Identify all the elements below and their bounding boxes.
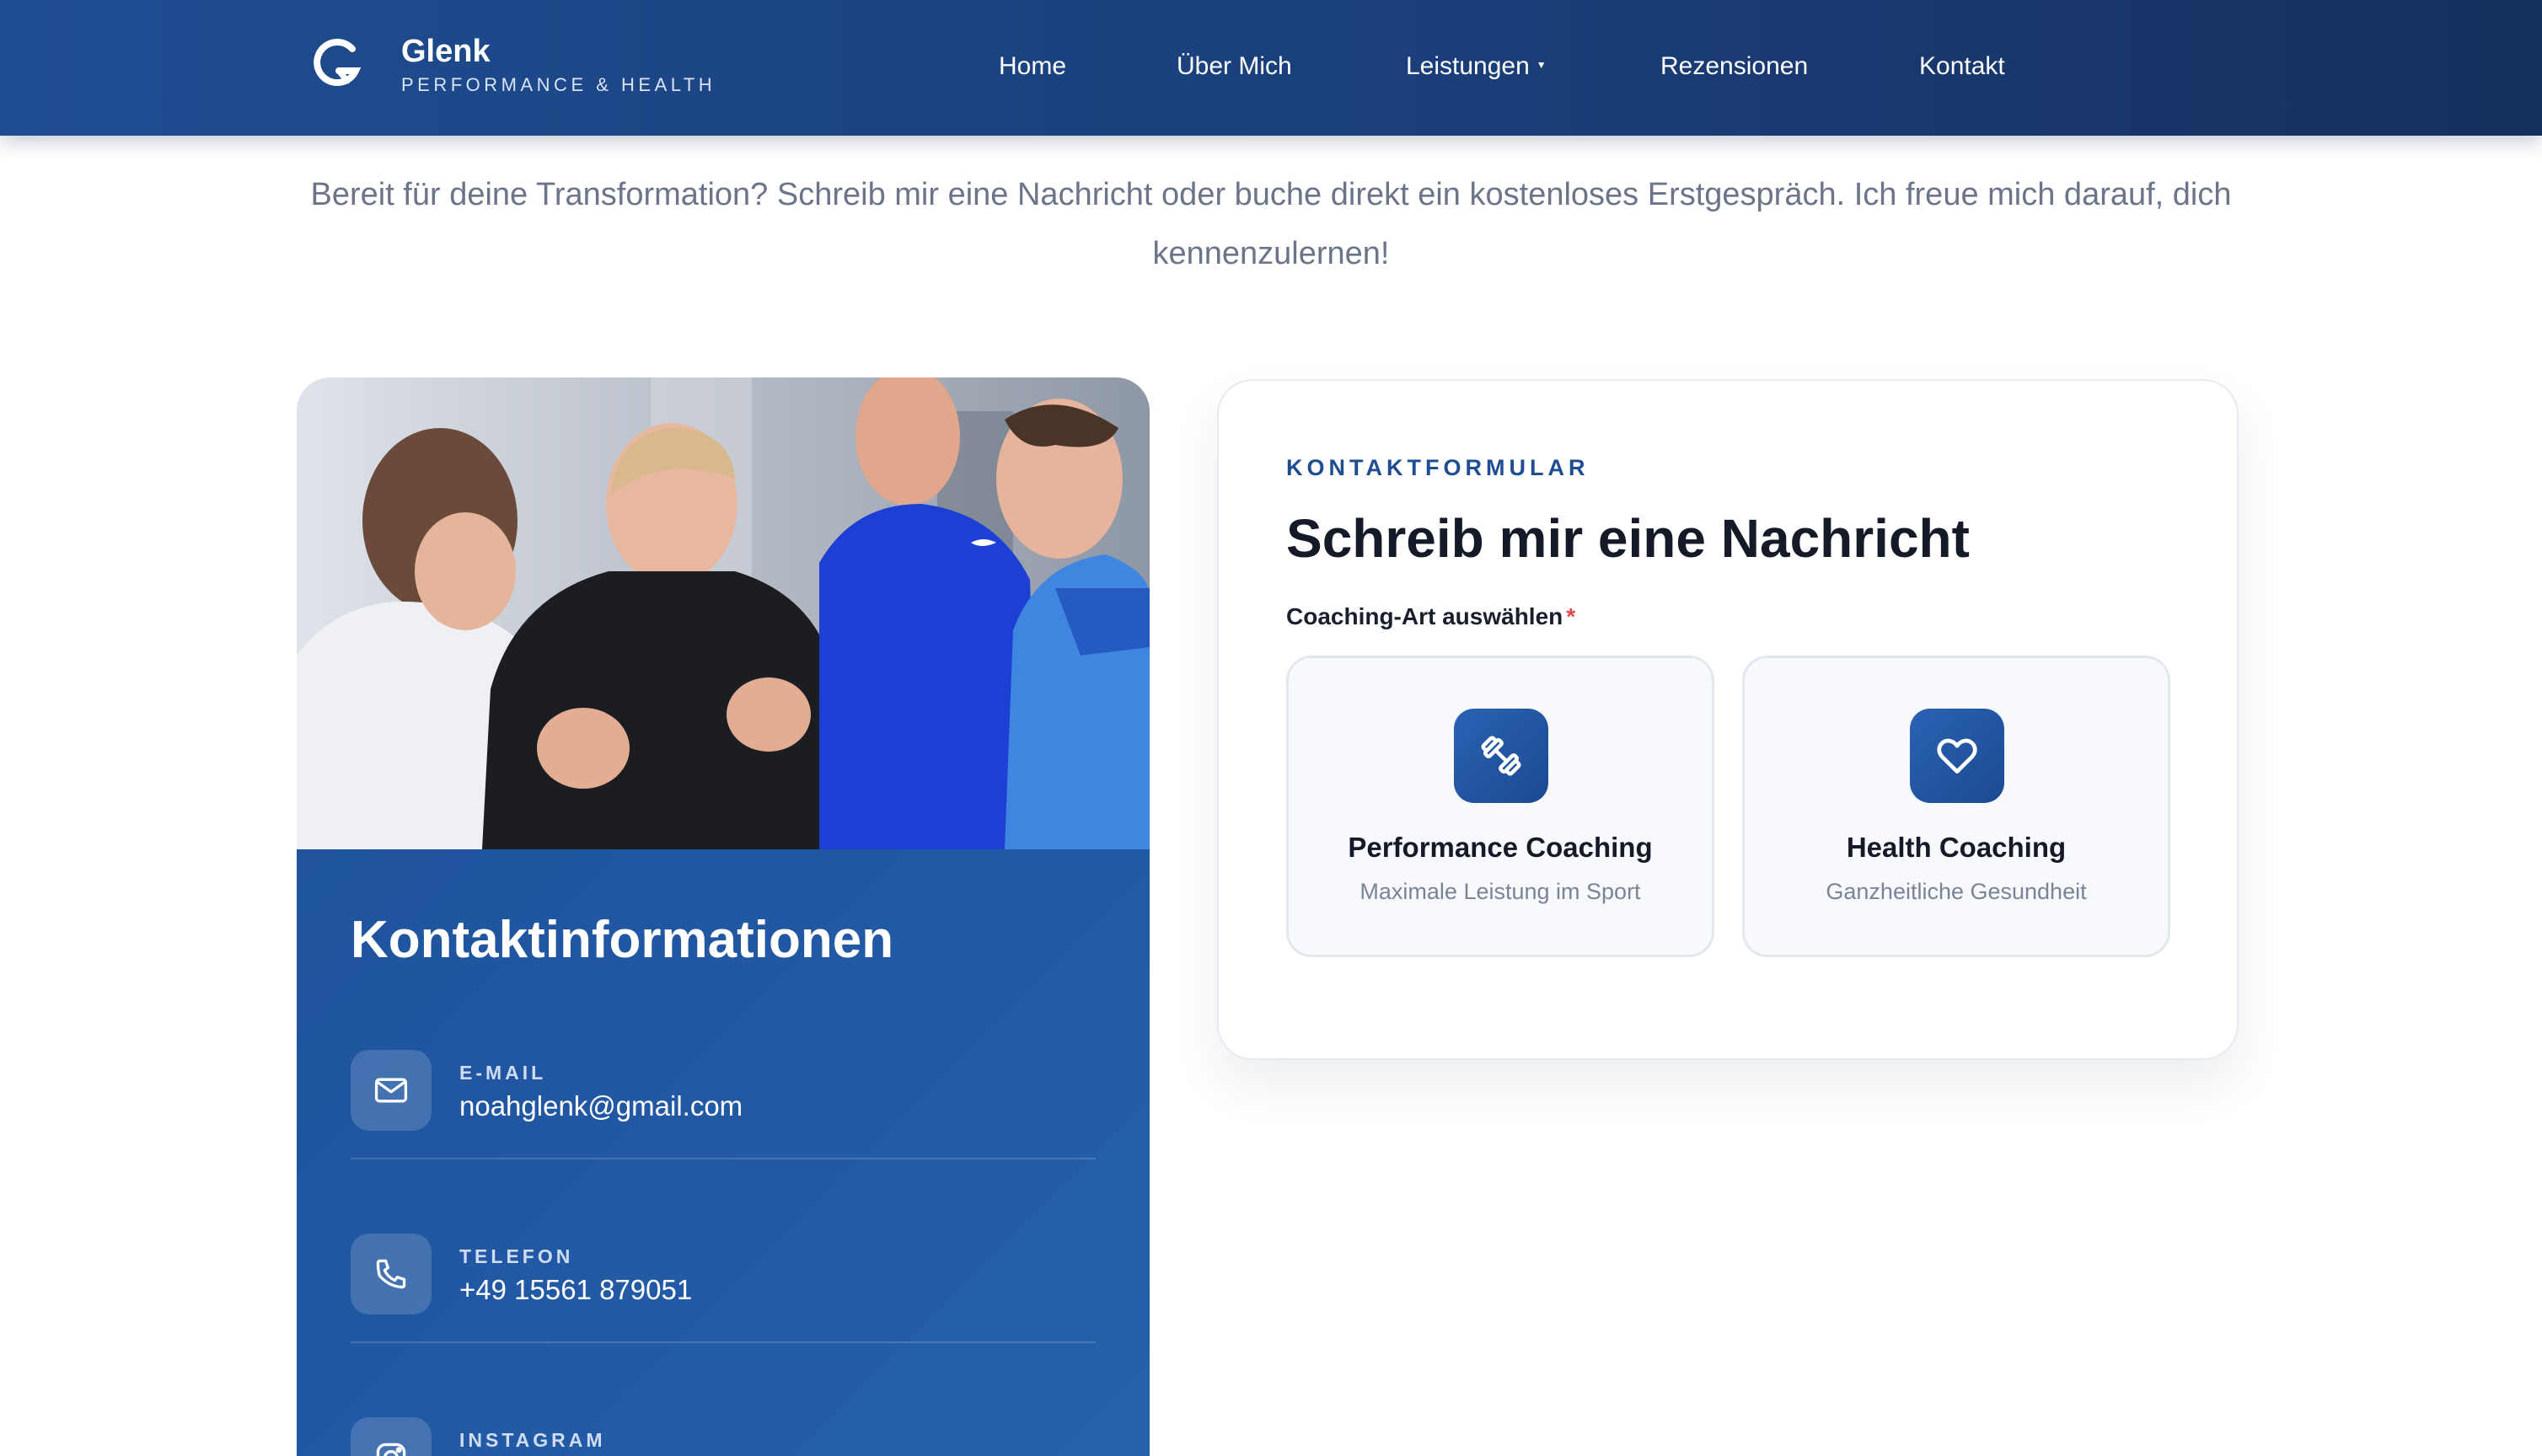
brand-name[interactable]: Glenk [401,34,491,70]
nav-kontakt[interactable]: Kontakt [1919,52,2005,81]
instagram-icon [351,1417,432,1456]
phone-label: TELEFON [459,1245,574,1267]
email-label: E-MAIL [459,1062,547,1084]
team-photo [297,377,1150,849]
contact-info-panel: Kontaktinformationen E-MAIL noahglenk@gm… [297,849,1150,1456]
coaching-type-label: Coaching-Art auswählen * [1286,603,1576,629]
nav-home[interactable]: Home [999,52,1066,81]
option-title: Performance Coaching [1348,832,1653,863]
contact-row-instagram[interactable]: INSTAGRAM [351,1417,1096,1456]
contact-info-card: Kontaktinformationen E-MAIL noahglenk@gm… [297,377,1150,1456]
form-kicker: KONTAKTFORMULAR [1286,455,1590,480]
heart-icon [1910,709,2004,803]
nav-rezensionen[interactable]: Rezensionen [1660,52,1808,81]
dumbbell-icon [1454,709,1548,803]
contact-form-card: KONTAKTFORMULAR Schreib mir eine Nachric… [1217,379,2239,1060]
brand-tagline: PERFORMANCE & HEALTH [401,74,716,95]
intro-text: Bereit für deine Transformation? Schreib… [310,177,2232,271]
phone-value[interactable]: +49 15561 879051 [459,1274,692,1306]
instagram-label: INSTAGRAM [459,1429,606,1451]
nav-leistungen[interactable]: Leistungen ▼ [1406,52,1547,81]
contact-info-title: Kontaktinformationen [351,911,894,969]
contact-row-phone[interactable]: TELEFON +49 15561 879051 [351,1234,1096,1343]
mail-icon [351,1050,432,1131]
required-mark: * [1566,603,1576,629]
option-subtitle: Maximale Leistung im Sport [1359,879,1641,904]
option-performance-coaching[interactable]: Performance Coaching Maximale Leistung i… [1286,656,1714,957]
site-header: Glenk PERFORMANCE & HEALTH Home Über Mic… [0,0,2542,136]
option-health-coaching[interactable]: Health Coaching Ganzheitliche Gesundheit [1742,656,2170,957]
nav-ueber-mich[interactable]: Über Mich [1177,52,1292,81]
caret-down-icon: ▼ [1536,59,1547,72]
option-title: Health Coaching [1846,832,2067,863]
email-value[interactable]: noahglenk@gmail.com [459,1090,743,1122]
logo-g-icon[interactable] [314,37,362,93]
form-title: Schreib mir eine Nachricht [1286,508,1970,569]
option-subtitle: Ganzheitliche Gesundheit [1826,879,2087,904]
contact-row-email[interactable]: E-MAIL noahglenk@gmail.com [351,1050,1096,1159]
phone-icon [351,1234,432,1314]
